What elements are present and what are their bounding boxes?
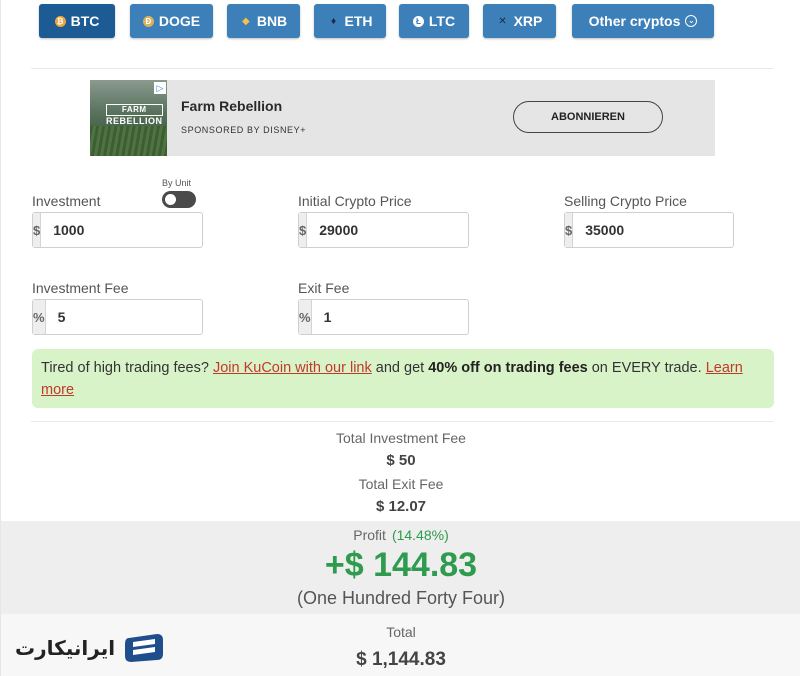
total-investment-fee-value: $ 50 xyxy=(386,452,416,469)
kucoin-promo: Tired of high trading fees? Join KuCoin … xyxy=(32,349,774,408)
dogecoin-icon: Ð xyxy=(142,15,154,27)
investment-fee-input[interactable] xyxy=(45,300,254,334)
promo-text: on EVERY trade. xyxy=(587,360,706,376)
exit-fee-field[interactable]: % xyxy=(298,299,520,335)
bitcoin-icon: ₿ xyxy=(54,15,66,27)
percent-prefix: % xyxy=(33,300,46,334)
promo-text: Tired of high trading fees? xyxy=(41,360,213,376)
xrp-icon: ✕ xyxy=(498,15,507,27)
tab-ltc[interactable]: Ł LTC xyxy=(399,4,469,38)
dollar-prefix: $ xyxy=(299,213,308,247)
ad-title[interactable]: Farm Rebellion xyxy=(181,98,282,114)
percent-prefix: % xyxy=(299,300,312,334)
investment-input[interactable] xyxy=(41,213,250,247)
total-exit-fee-value: $ 12.07 xyxy=(375,498,427,515)
by-unit-label: By Unit xyxy=(162,178,192,188)
initial-price-field[interactable]: $ xyxy=(298,212,516,248)
ad-sponsor: SPONSORED BY DISNEY+ xyxy=(181,125,307,135)
tab-doge[interactable]: Ð DOGE xyxy=(130,4,213,38)
tab-label: BTC xyxy=(70,13,100,29)
tab-eth[interactable]: ♦ ETH xyxy=(314,4,386,38)
selling-price-field[interactable]: $ xyxy=(564,212,782,248)
investment-label: Investment xyxy=(32,193,101,209)
ad-subscribe-button[interactable]: ABONNIEREN xyxy=(513,101,663,133)
tab-label: LTC xyxy=(428,13,456,29)
exit-fee-input[interactable] xyxy=(311,300,520,334)
profit-percent: (14.48%) xyxy=(391,527,449,543)
investment-fee-label: Investment Fee xyxy=(32,280,129,296)
tab-label: DOGE xyxy=(158,13,201,29)
ethereum-icon: ♦ xyxy=(330,15,337,27)
litecoin-icon: Ł xyxy=(412,15,424,27)
investment-fee-field[interactable]: % xyxy=(32,299,254,335)
total-exit-fee-label: Total Exit Fee xyxy=(358,476,444,492)
profit-value: +$ 144.83 xyxy=(324,546,478,584)
exit-fee-label: Exit Fee xyxy=(298,280,350,296)
total-investment-fee-label: Total Investment Fee xyxy=(336,430,466,446)
tab-btc[interactable]: ₿ BTC xyxy=(39,4,115,38)
selling-price-input[interactable] xyxy=(573,213,782,247)
ad-image[interactable]: FARM REBELLION ▷ xyxy=(90,80,167,156)
profit-label: Profit (14.48%) xyxy=(353,527,449,543)
dollar-prefix: $ xyxy=(33,213,42,247)
tab-label: BNB xyxy=(256,13,288,29)
by-unit-toggle[interactable] xyxy=(162,191,196,208)
divider xyxy=(31,68,773,69)
chevron-down-icon: ⌄ xyxy=(685,15,698,27)
ad-banner[interactable]: FARM REBELLION ▷ Farm Rebellion SPONSORE… xyxy=(90,80,715,156)
dollar-prefix: $ xyxy=(565,213,574,247)
promo-highlight: 40% off on trading fees xyxy=(428,360,588,376)
divider xyxy=(31,421,773,422)
crypto-profit-calculator: ₿ BTC Ð DOGE ◆ BNB ♦ ETH Ł LTC ✕ XRP Oth… xyxy=(0,0,800,676)
selling-price-label: Selling Crypto Price xyxy=(564,193,687,209)
tab-label: ETH xyxy=(344,13,373,29)
initial-price-label: Initial Crypto Price xyxy=(298,193,412,209)
card-logo-icon xyxy=(125,634,164,662)
watermark-logo: ایرانیکارت xyxy=(15,632,167,664)
investment-field[interactable]: $ xyxy=(32,212,250,248)
promo-text: and get xyxy=(371,360,429,376)
bnb-icon: ◆ xyxy=(241,15,250,27)
tab-bnb[interactable]: ◆ BNB xyxy=(227,4,300,38)
tab-label: XRP xyxy=(513,13,543,29)
tab-label: Other cryptos xyxy=(588,13,681,29)
initial-price-input[interactable] xyxy=(307,213,516,247)
kucoin-link[interactable]: Join KuCoin with our link xyxy=(213,360,372,376)
adchoices-icon[interactable]: ▷ xyxy=(154,82,166,94)
tab-xrp[interactable]: ✕ XRP xyxy=(483,4,556,38)
watermark-text: ایرانیکارت xyxy=(15,636,116,660)
profit-in-words: (One Hundred Forty Four) xyxy=(296,588,506,608)
tab-other-cryptos[interactable]: Other cryptos ⌄ xyxy=(572,4,714,38)
ad-logo: FARM REBELLION xyxy=(106,104,163,126)
